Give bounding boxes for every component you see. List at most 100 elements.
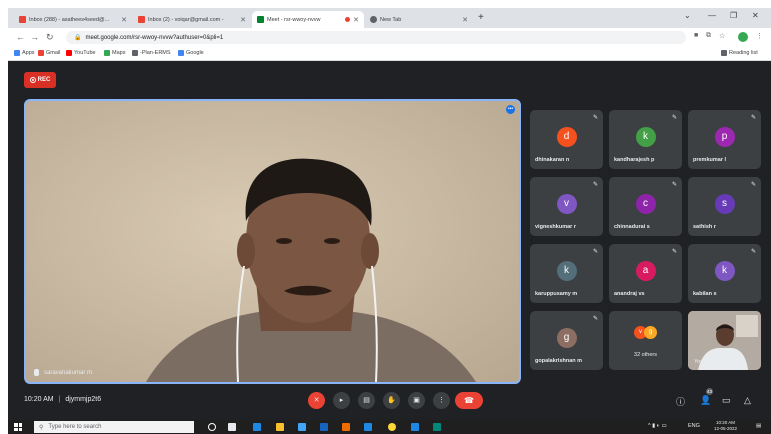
mic-off-icon: ✎: [671, 115, 677, 121]
bookmark-star-icon[interactable]: ☆: [719, 32, 725, 40]
main-speaker-video[interactable]: ••• saravanakumar m: [24, 99, 521, 384]
profile-avatar[interactable]: [738, 32, 748, 42]
avatar: g: [556, 328, 577, 348]
close-icon[interactable]: ✕: [121, 16, 127, 24]
app-icon[interactable]: [364, 423, 372, 431]
notifications-icon[interactable]: ▤: [756, 423, 761, 429]
self-view-tile[interactable]: You: [688, 311, 761, 370]
participant-tile[interactable]: ✎ p premkumar l: [688, 110, 761, 169]
bookmark-google[interactable]: Google: [178, 50, 204, 56]
bookmarks-bar: Apps Gmail YouTube Maps -Plan-ERMS Googl…: [8, 47, 771, 61]
windows-start-icon[interactable]: [14, 423, 22, 431]
bookmark-maps[interactable]: Maps: [104, 50, 125, 56]
edge-icon[interactable]: [253, 423, 261, 431]
participant-tile[interactable]: ✎ s sathish r: [688, 177, 761, 236]
url-bar[interactable]: 🔒 meet.google.com/rsr-wwoy-nvvw?authuser…: [66, 31, 686, 44]
more-options-icon[interactable]: •••: [506, 105, 515, 114]
mic-toggle-button[interactable]: ✕: [308, 392, 325, 409]
screen: Inbox (288) - asathees4seed@... ✕ Inbox …: [8, 8, 771, 434]
chrome-icon: [370, 16, 377, 23]
tab-new-tab[interactable]: New Tab ✕: [365, 11, 473, 28]
avatar: k: [714, 261, 735, 281]
camera-icon[interactable]: ■: [694, 32, 698, 39]
file-explorer-icon[interactable]: [276, 423, 284, 431]
mic-off-icon: ✎: [592, 115, 598, 121]
tab-inbox-1[interactable]: Inbox (288) - asathees4seed@... ✕: [14, 11, 132, 28]
back-icon[interactable]: ←: [16, 32, 25, 42]
globe-icon: [132, 50, 138, 56]
tab-inbox-2[interactable]: Inbox (2) - voiqar@gmail.com - ✕: [133, 11, 251, 28]
participant-tile[interactable]: ✎ c chinnadurai s: [609, 177, 682, 236]
chat-icon[interactable]: ▭: [722, 395, 731, 406]
bookmark-gmail[interactable]: Gmail: [38, 50, 60, 56]
taskbar-clock[interactable]: 10:20 AM 12-05-2022: [714, 420, 737, 432]
task-view-icon[interactable]: [228, 423, 236, 431]
tab-search-icon[interactable]: ⌄: [684, 11, 691, 20]
captions-icon: ▤: [363, 397, 370, 404]
meet-app-icon[interactable]: [433, 423, 441, 431]
leave-call-button[interactable]: ☎: [455, 392, 483, 409]
close-icon[interactable]: ✕: [240, 16, 246, 24]
cortana-icon[interactable]: [208, 423, 216, 431]
share-icon[interactable]: ⧉: [706, 32, 711, 40]
firefox-icon[interactable]: [342, 423, 350, 431]
hand-icon: ✋: [387, 397, 396, 404]
participant-tile[interactable]: ✎ g gopalakrishnan m: [530, 311, 603, 370]
word-icon[interactable]: [411, 423, 419, 431]
url-text: meet.google.com/rsr-wwoy-nvvw?authuser=0…: [85, 34, 224, 41]
camera-toggle-button[interactable]: ▸: [333, 392, 350, 409]
avatar: g: [644, 326, 657, 339]
tray-icons[interactable]: ^ ▮ ◐ ▭: [648, 423, 667, 429]
others-tile[interactable]: v g 32 others: [609, 311, 682, 370]
reload-icon[interactable]: ↻: [46, 32, 54, 43]
participant-tile[interactable]: ✎ k kandharajesh p: [609, 110, 682, 169]
participant-name: vigneshkumar r: [535, 224, 576, 230]
mic-off-icon: ✎: [592, 249, 598, 255]
mic-off-icon: ✕: [313, 397, 320, 404]
participant-tile[interactable]: ✎ k kabilan s: [688, 244, 761, 303]
gmail-icon: [138, 16, 145, 23]
bookmark-plan-erms[interactable]: -Plan-ERMS: [132, 50, 171, 56]
gmail-icon: [38, 50, 44, 56]
participant-tile[interactable]: ✎ d dhinakaran n: [530, 110, 603, 169]
info-icon[interactable]: ⓘ: [676, 395, 685, 408]
forward-icon[interactable]: →: [30, 32, 39, 42]
reading-list[interactable]: Reading list: [721, 50, 758, 56]
tab-title: Inbox (288) - asathees4seed@...: [29, 16, 110, 23]
participant-tile[interactable]: ✎ v vigneshkumar r: [530, 177, 603, 236]
maximize-icon[interactable]: ❐: [730, 11, 737, 20]
menu-icon[interactable]: ⋮: [756, 32, 763, 40]
recording-badge: REC: [24, 72, 56, 88]
close-icon[interactable]: ✕: [353, 16, 359, 24]
avatar: c: [635, 194, 656, 214]
meet-icon: [257, 16, 264, 23]
taskbar-search-box[interactable]: ⚲ Type here to search: [34, 421, 194, 433]
participant-tile[interactable]: ✎ a anandraj vs: [609, 244, 682, 303]
close-icon[interactable]: ✕: [462, 16, 468, 24]
raise-hand-button[interactable]: ✋: [383, 392, 400, 409]
bookmark-apps[interactable]: Apps: [14, 50, 35, 56]
activities-icon[interactable]: △: [744, 395, 751, 406]
tab-meet[interactable]: Meet - rsr-wwoy-nvvw ✕: [252, 11, 364, 28]
present-button[interactable]: ▣: [408, 392, 425, 409]
mail-icon[interactable]: [320, 423, 328, 431]
more-options-button[interactable]: ⋮: [433, 392, 450, 409]
tab-title: Meet - rsr-wwoy-nvvw: [267, 16, 321, 23]
bookmark-youtube[interactable]: YouTube: [66, 50, 96, 56]
participant-tile[interactable]: ✎ k karuppusamy m: [530, 244, 603, 303]
chrome-icon[interactable]: [388, 423, 396, 431]
store-icon[interactable]: [298, 423, 306, 431]
meeting-time: 10:20 AM: [24, 396, 54, 403]
minimize-icon[interactable]: —: [708, 11, 716, 20]
close-window-icon[interactable]: ✕: [752, 11, 759, 20]
search-icon: ⚲: [39, 424, 44, 431]
maps-icon: [104, 50, 110, 56]
speaker-video-frame: [26, 101, 519, 382]
language-indicator[interactable]: ENG: [688, 423, 700, 429]
mic-off-icon: ✎: [750, 249, 756, 255]
people-icon[interactable]: 👤: [700, 395, 711, 406]
new-tab-button[interactable]: +: [478, 12, 484, 23]
gmail-icon: [19, 16, 26, 23]
participant-name: anandraj vs: [614, 291, 645, 297]
captions-button[interactable]: ▤: [358, 392, 375, 409]
